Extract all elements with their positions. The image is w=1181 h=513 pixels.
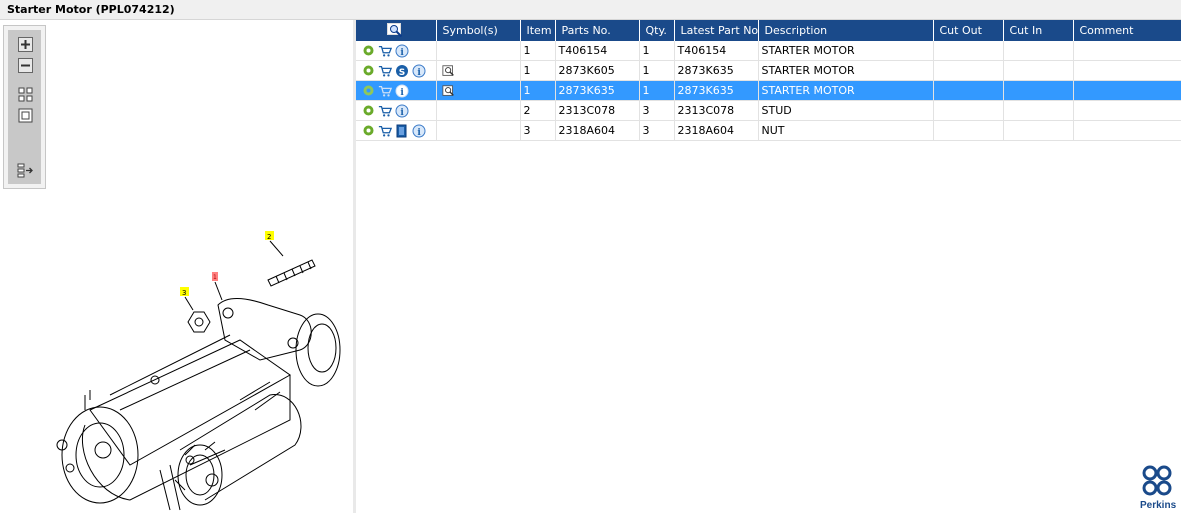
zoom-in-button[interactable] xyxy=(17,36,34,53)
col-cut-out[interactable]: Cut Out xyxy=(933,20,1004,41)
actual-size-icon xyxy=(18,108,33,123)
table-row[interactable]: S i 1 2873K605 1 2873K635 STARTER MOTOR xyxy=(356,60,1181,81)
superseded-icon[interactable]: S xyxy=(395,64,409,78)
col-comment[interactable]: Comment xyxy=(1073,20,1181,41)
svg-text:i: i xyxy=(417,68,421,78)
info-icon[interactable]: i xyxy=(395,44,409,58)
gear-icon[interactable] xyxy=(361,44,375,58)
illustration-pane: 2 1 3 xyxy=(0,20,353,513)
title-bar: Starter Motor (PPL074212) xyxy=(0,0,1181,20)
zoom-out-icon xyxy=(18,58,33,73)
parts-table: Symbol(s) Item Parts No. Qty. Latest Par… xyxy=(356,20,1181,141)
fit-page-icon xyxy=(18,87,33,102)
window-title: Starter Motor (PPL074212) xyxy=(7,3,175,16)
svg-text:S: S xyxy=(399,68,405,78)
gear-icon[interactable] xyxy=(361,104,375,118)
table-row-selected[interactable]: i 1 2873K635 1 2873K635 STARTER MOTOR xyxy=(356,80,1181,101)
svg-text:i: i xyxy=(400,88,404,98)
cart-icon[interactable] xyxy=(378,124,392,138)
table-row[interactable]: i 3 2318A604 3 2318A604 NUT xyxy=(356,120,1181,141)
zoom-in-icon xyxy=(18,37,33,52)
starter-motor-drawing: 2 1 3 xyxy=(56,231,341,511)
col-item[interactable]: Item xyxy=(520,20,556,41)
callout-3-label: 3 xyxy=(182,289,186,297)
col-cut-in[interactable]: Cut In xyxy=(1003,20,1074,41)
svg-text:i: i xyxy=(417,128,421,138)
table-header: Symbol(s) Item Parts No. Qty. Latest Par… xyxy=(356,20,1181,41)
parts-list-pane: Symbol(s) Item Parts No. Qty. Latest Par… xyxy=(356,20,1181,513)
zoom-toolbar xyxy=(3,25,46,189)
col-parts-no[interactable]: Parts No. xyxy=(555,20,640,41)
list-arrow-icon xyxy=(17,163,33,178)
cart-icon[interactable] xyxy=(378,84,392,98)
document-icon[interactable] xyxy=(395,124,409,138)
table-row[interactable]: i 2 2313C078 3 2313C078 STUD xyxy=(356,100,1181,121)
book-magnifier-icon[interactable] xyxy=(441,64,456,78)
cart-icon[interactable] xyxy=(378,104,392,118)
col-latest-part-no[interactable]: Latest Part No. xyxy=(674,20,759,41)
col-qty[interactable]: Qty. xyxy=(639,20,675,41)
gear-icon[interactable] xyxy=(361,124,375,138)
callout-1-label: 1 xyxy=(213,274,217,281)
brand-name: Perkins xyxy=(1140,500,1177,511)
gear-icon[interactable] xyxy=(361,84,375,98)
cart-icon[interactable] xyxy=(378,64,392,78)
callout-2-label: 2 xyxy=(267,233,271,241)
gear-icon[interactable] xyxy=(361,64,375,78)
book-magnifier-icon[interactable] xyxy=(441,84,456,98)
toggle-parts-list-button[interactable] xyxy=(17,162,34,179)
fit-page-button[interactable] xyxy=(17,86,34,103)
info-icon[interactable]: i xyxy=(412,64,426,78)
table-row[interactable]: i 1 T406154 1 T406154 STARTER MOTOR xyxy=(356,41,1181,61)
info-icon[interactable]: i xyxy=(395,84,409,98)
magnifier-icon xyxy=(387,23,403,38)
svg-text:i: i xyxy=(400,48,404,58)
cart-icon[interactable] xyxy=(378,44,392,58)
info-icon[interactable]: i xyxy=(395,104,409,118)
col-symbols[interactable]: Symbol(s) xyxy=(436,20,521,41)
info-icon[interactable]: i xyxy=(412,124,426,138)
actual-size-button[interactable] xyxy=(17,107,34,124)
svg-text:i: i xyxy=(400,108,404,118)
perkins-logo: Perkins xyxy=(1140,465,1177,511)
col-description[interactable]: Description xyxy=(758,20,934,41)
zoom-out-button[interactable] xyxy=(17,57,34,74)
preview-column-header[interactable] xyxy=(356,20,437,41)
